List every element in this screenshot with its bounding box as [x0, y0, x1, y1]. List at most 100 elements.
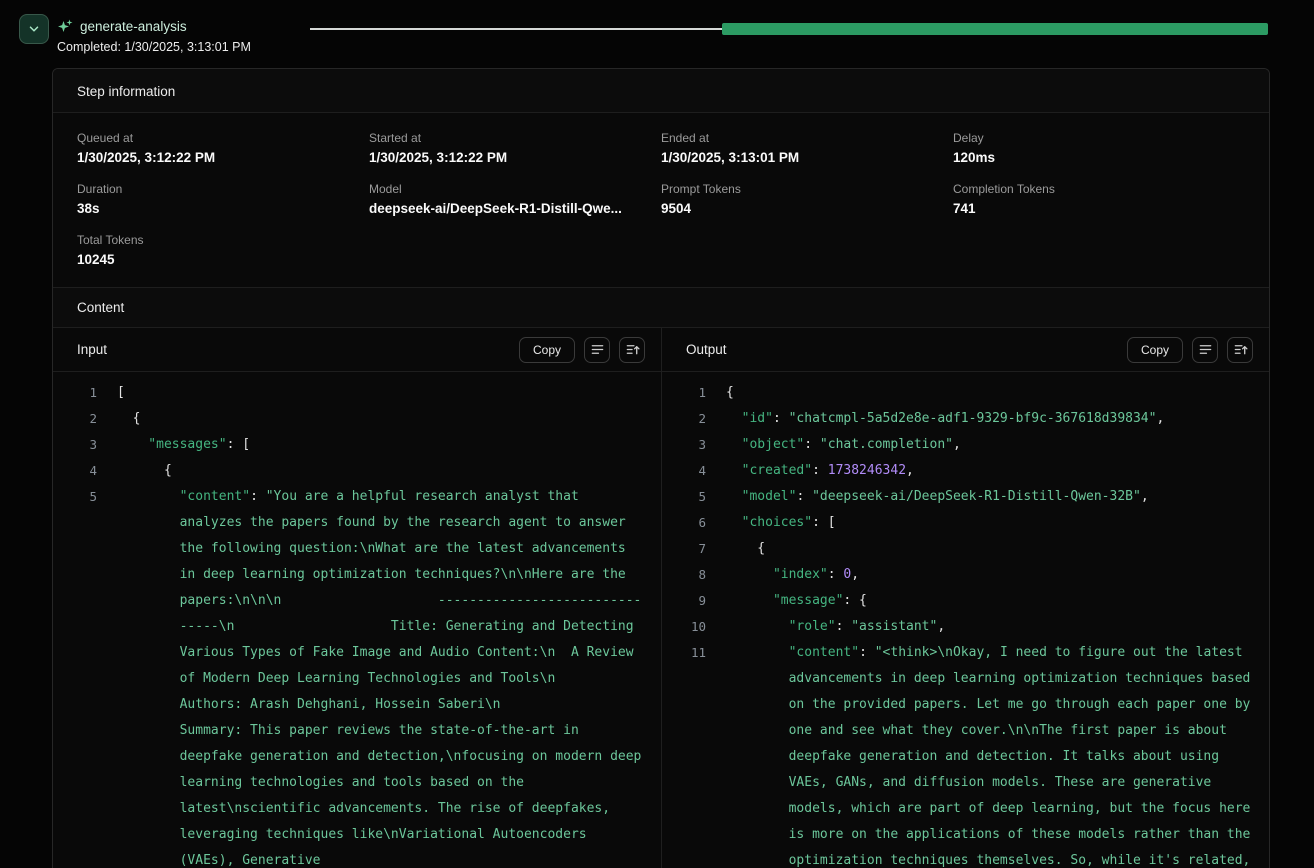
line-number: 1: [678, 380, 706, 406]
code-text: "messages": [: [117, 432, 661, 458]
line-number: 4: [69, 458, 97, 484]
info-field: Delay120ms: [953, 131, 1245, 165]
info-field: Queued at 1/30/2025, 3:12:22 PM: [77, 131, 369, 165]
output-panel-header: Output Copy: [662, 328, 1269, 372]
code-line: 6 "choices": [: [662, 510, 1269, 536]
input-code-viewer[interactable]: 1[2{3"messages": [4{5"content": "You are…: [53, 372, 661, 868]
code-line: 2{: [53, 406, 661, 432]
code-line: 5"model": "deepseek-ai/DeepSeek-R1-Disti…: [662, 484, 1269, 510]
wrap-text-button[interactable]: [1192, 337, 1218, 363]
step-info-grid: Queued at1/30/2025, 3:12:22 PMStarted at…: [53, 113, 1269, 287]
chevron-down-icon: [27, 22, 41, 36]
info-field-value: 741: [953, 201, 1245, 216]
line-number: 8: [678, 562, 706, 588]
timeline-track: [310, 28, 722, 30]
input-panel: Input Copy 1[2{3"messages": [4{5": [53, 328, 661, 868]
info-field: Total Tokens 10245: [77, 233, 369, 267]
sparkles-icon: [57, 18, 73, 34]
code-text: {: [117, 406, 661, 432]
line-number: 4: [678, 458, 706, 484]
info-field-label: Model: [369, 182, 661, 196]
output-panel-title: Output: [686, 342, 1127, 357]
wrap-text-button[interactable]: [584, 337, 610, 363]
output-code-viewer[interactable]: 1{2"id": "chatcmpl-5a5d2e8e-adf1-9329-bf…: [662, 372, 1269, 868]
copy-input-button[interactable]: Copy: [519, 337, 575, 363]
code-line: 2 "id": "chatcmpl-5a5d2e8e-adf1-9329-bf9c…: [662, 406, 1269, 432]
code-line: 3 "messages": [: [53, 432, 661, 458]
info-field: Prompt Tokens9504: [661, 182, 953, 216]
code-line: 11 "content": "<think>\nOkay, I need to f…: [662, 640, 1269, 868]
code-text: "choices": [: [726, 510, 1269, 536]
code-text: {: [726, 380, 1269, 406]
line-number: 2: [69, 406, 97, 432]
content-panels: Input Copy 1[2{3"messages": [4{5": [53, 328, 1269, 868]
scroll-top-button[interactable]: [619, 337, 645, 363]
info-field: Started at1/30/2025, 3:12:22 PM: [369, 131, 661, 165]
wrap-text-icon: [590, 342, 605, 357]
info-field: Completion Tokens 741: [953, 182, 1245, 216]
code-text: {: [726, 536, 1269, 562]
code-text: "content": "You are a helpful research a…: [117, 484, 661, 868]
code-text: {: [117, 458, 661, 484]
code-line: 4{: [53, 458, 661, 484]
line-number: 5: [69, 484, 97, 510]
code-text: "created": 1738246342,: [726, 458, 1269, 484]
step-name: generate-analysis: [80, 19, 187, 34]
code-line: 1[: [53, 380, 661, 406]
info-field-value: 1/30/2025, 3:13:01 PM: [661, 150, 953, 165]
code-line: 4 "created": 1738246342,: [662, 458, 1269, 484]
content-header: Content: [53, 287, 1269, 328]
info-field: Model deepseek-ai/DeepSeek-R1-Distill-Qwe…: [369, 182, 661, 216]
line-number: 10: [678, 614, 706, 640]
line-number: 11: [678, 640, 706, 666]
step-information-header: Step information: [53, 69, 1269, 113]
line-number: 2: [678, 406, 706, 432]
timeline: [310, 22, 1268, 36]
run-details-card: Step information Queued at1/30/2025, 3:1…: [52, 68, 1270, 868]
line-number: 5: [678, 484, 706, 510]
info-field-value: 1/30/2025, 3:12:22 PM: [369, 150, 661, 165]
info-field-label: Delay: [953, 131, 1245, 145]
step-completed-timestamp: Completed: 1/30/2025, 3:13:01 PM: [57, 40, 251, 54]
arrow-up-lines-icon: [1233, 342, 1248, 357]
collapse-button[interactable]: [19, 14, 49, 44]
line-number: 1: [69, 380, 97, 406]
info-field-value: 1/30/2025, 3:12:22 PM: [77, 150, 369, 165]
info-field: Ended at 1/30/2025, 3:13:01 PM: [661, 131, 953, 165]
line-number: 3: [678, 432, 706, 458]
topbar: generate-analysis Completed: 1/30/2025, …: [0, 0, 1314, 60]
line-number: 7: [678, 536, 706, 562]
info-field-label: Duration: [77, 182, 369, 196]
step-header: generate-analysis Completed: 1/30/2025, …: [57, 18, 251, 54]
info-field-label: Ended at: [661, 131, 953, 145]
info-field-label: Completion Tokens: [953, 182, 1245, 196]
code-line: 8 "index": 0,: [662, 562, 1269, 588]
code-line: 9 "message": {: [662, 588, 1269, 614]
wrap-text-icon: [1198, 342, 1213, 357]
input-panel-title: Input: [77, 342, 519, 357]
arrow-up-lines-icon: [625, 342, 640, 357]
code-line: 1{: [662, 380, 1269, 406]
code-line: 10"role": "assistant",: [662, 614, 1269, 640]
timeline-step-bar[interactable]: [722, 23, 1268, 35]
line-number: 3: [69, 432, 97, 458]
info-field-value: 10245: [77, 252, 369, 267]
line-number: 6: [678, 510, 706, 536]
scroll-top-button[interactable]: [1227, 337, 1253, 363]
code-line: 5 "content": "You are a helpful research …: [53, 484, 661, 868]
input-panel-header: Input Copy: [53, 328, 661, 372]
output-panel: Output Copy 1{2"id": "chatcmpl-5a: [661, 328, 1269, 868]
code-text: "content": "<think>\nOkay, I need to fig…: [726, 640, 1269, 868]
code-text: "id": "chatcmpl-5a5d2e8e-adf1-9329-bf9c-…: [726, 406, 1269, 432]
copy-output-button[interactable]: Copy: [1127, 337, 1183, 363]
code-line: 3"object": "chat.completion",: [662, 432, 1269, 458]
code-text: "message": {: [726, 588, 1269, 614]
line-number: 9: [678, 588, 706, 614]
info-field-value: deepseek-ai/DeepSeek-R1-Distill-Qwe...: [369, 201, 661, 216]
info-field-label: Queued at: [77, 131, 369, 145]
info-field-value: 38s: [77, 201, 369, 216]
info-field-label: Total Tokens: [77, 233, 369, 247]
code-text: "index": 0,: [726, 562, 1269, 588]
info-field: Duration 38s: [77, 182, 369, 216]
info-field-value: 9504: [661, 201, 953, 216]
